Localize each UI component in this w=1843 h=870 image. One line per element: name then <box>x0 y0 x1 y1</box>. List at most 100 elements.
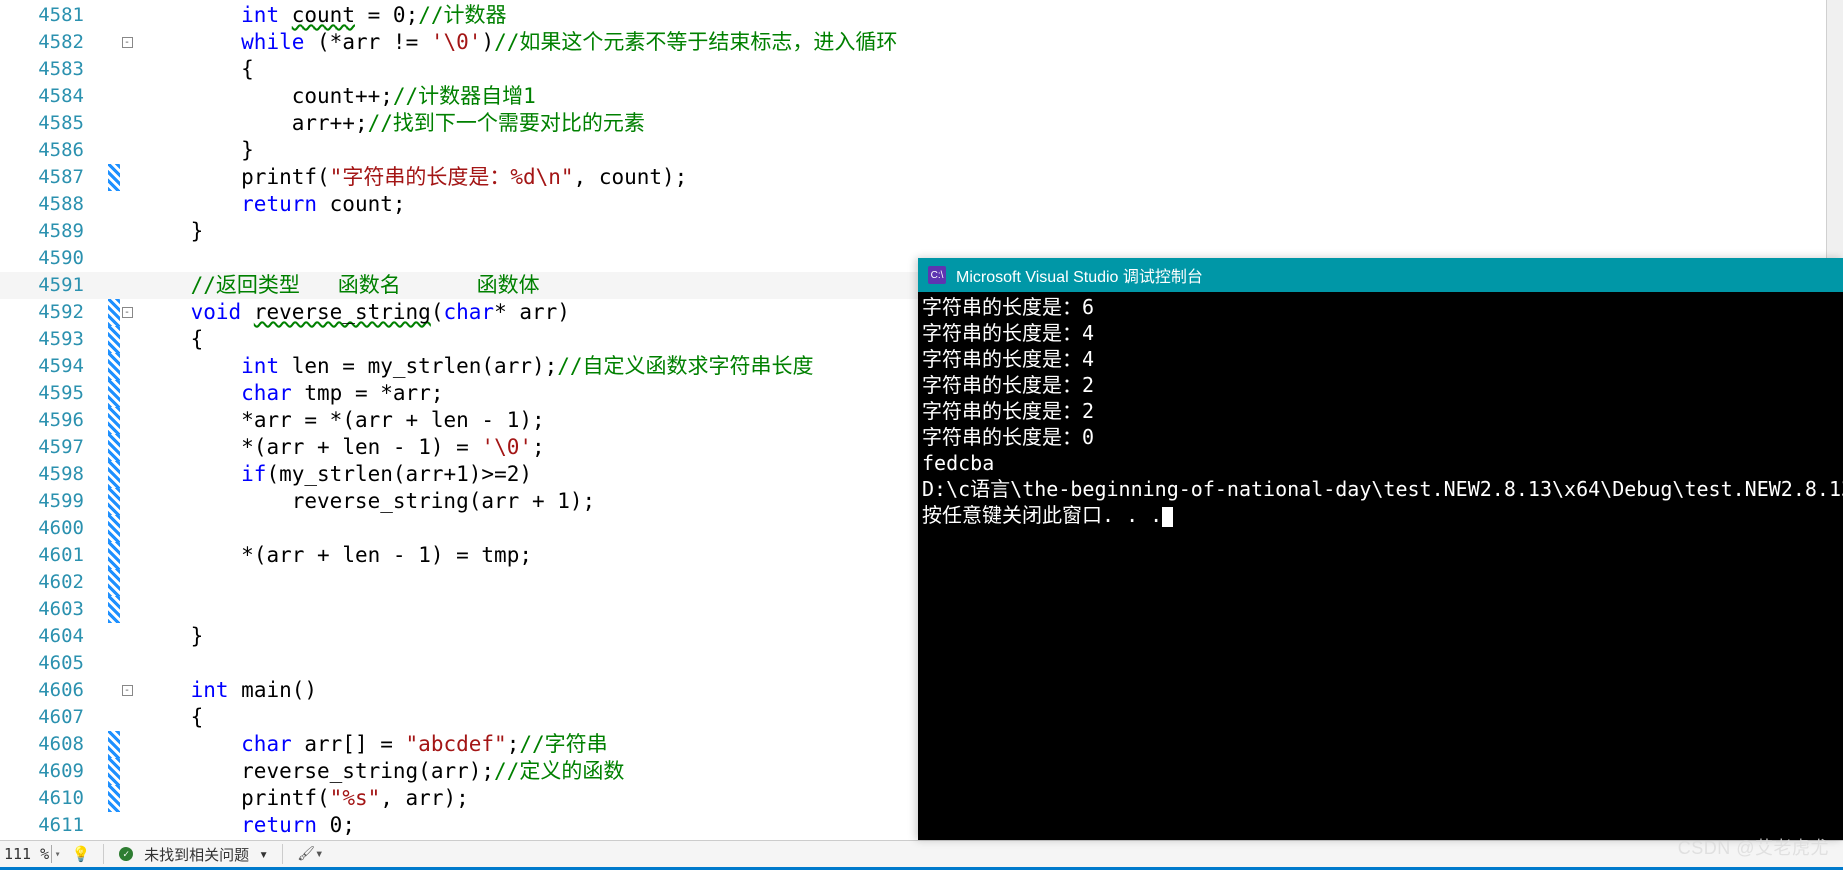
change-marker <box>108 731 120 758</box>
zoom-control[interactable]: 111 % ▾ <box>4 845 63 863</box>
fold-toggle[interactable]: - <box>120 299 134 326</box>
line-number: 4605 <box>0 650 108 677</box>
fold-toggle <box>120 650 134 677</box>
change-marker <box>108 110 120 137</box>
change-marker <box>108 137 120 164</box>
line-number: 4607 <box>0 704 108 731</box>
change-marker <box>108 218 120 245</box>
lightbulb-icon[interactable]: 💡 <box>73 846 89 862</box>
debug-console-window[interactable]: C:\ Microsoft Visual Studio 调试控制台 字符串的长度… <box>918 258 1843 840</box>
console-line: 字符串的长度是：4 <box>922 346 1839 372</box>
console-line: 字符串的长度是：4 <box>922 320 1839 346</box>
line-number: 4611 <box>0 812 108 839</box>
fold-toggle <box>120 623 134 650</box>
line-number: 4609 <box>0 758 108 785</box>
line-number: 4610 <box>0 785 108 812</box>
line-number: 4581 <box>0 2 108 29</box>
code-text[interactable]: arr++;//找到下一个需要对比的元素 <box>140 110 645 137</box>
line-number: 4603 <box>0 596 108 623</box>
change-marker <box>108 353 120 380</box>
code-text[interactable]: void reverse_string(char* arr) <box>140 299 570 326</box>
code-text[interactable]: char tmp = *arr; <box>140 380 443 407</box>
console-output[interactable]: 字符串的长度是：6字符串的长度是：4字符串的长度是：4字符串的长度是：2字符串的… <box>918 292 1843 840</box>
fold-toggle <box>120 434 134 461</box>
code-text[interactable]: while (*arr != '\0')//如果这个元素不等于结束标志，进入循环 <box>140 29 897 56</box>
line-number: 4583 <box>0 56 108 83</box>
fold-toggle[interactable]: - <box>120 29 134 56</box>
fold-toggle <box>120 218 134 245</box>
change-marker <box>108 326 120 353</box>
code-line[interactable]: 4581 int count = 0;//计数器 <box>0 2 1843 29</box>
code-text[interactable]: if(my_strlen(arr+1)>=2) <box>140 461 532 488</box>
code-text[interactable]: printf("%s", arr); <box>140 785 469 812</box>
fold-toggle <box>120 164 134 191</box>
change-marker <box>108 29 120 56</box>
fold-toggle[interactable]: - <box>120 677 134 704</box>
code-line[interactable]: 4586 } <box>0 137 1843 164</box>
code-line[interactable]: 4588 return count; <box>0 191 1843 218</box>
code-text[interactable]: } <box>140 623 203 650</box>
code-text[interactable]: } <box>140 137 254 164</box>
code-text[interactable]: //返回类型 函数名 函数体 <box>140 272 540 299</box>
change-marker <box>108 272 120 299</box>
console-line: fedcba <box>922 450 1839 476</box>
code-text[interactable]: int count = 0;//计数器 <box>140 2 507 29</box>
code-text[interactable]: return count; <box>140 191 406 218</box>
code-text[interactable]: count++;//计数器自增1 <box>140 83 536 110</box>
chevron-down-icon[interactable]: ▾ <box>51 845 63 863</box>
change-marker <box>108 623 120 650</box>
code-text[interactable]: return 0; <box>140 812 355 839</box>
fold-toggle <box>120 380 134 407</box>
change-marker <box>108 488 120 515</box>
fold-toggle <box>120 488 134 515</box>
line-number: 4598 <box>0 461 108 488</box>
code-text[interactable]: } <box>140 218 203 245</box>
code-text[interactable]: int main() <box>140 677 317 704</box>
change-marker <box>108 83 120 110</box>
code-text[interactable]: { <box>140 326 203 353</box>
line-number: 4590 <box>0 245 108 272</box>
code-line[interactable]: 4585 arr++;//找到下一个需要对比的元素 <box>0 110 1843 137</box>
code-text[interactable]: reverse_string(arr);//定义的函数 <box>140 758 624 785</box>
code-line[interactable]: 4584 count++;//计数器自增1 <box>0 83 1843 110</box>
change-marker <box>108 758 120 785</box>
wand-icon[interactable]: 🖌▾ <box>297 846 323 862</box>
line-number: 4596 <box>0 407 108 434</box>
fold-toggle <box>120 110 134 137</box>
change-marker <box>108 515 120 542</box>
code-text[interactable]: char arr[] = "abcdef";//字符串 <box>140 731 608 758</box>
code-line[interactable]: 4589 } <box>0 218 1843 245</box>
chevron-down-icon[interactable]: ▾ <box>259 845 268 863</box>
code-text[interactable]: printf("字符串的长度是：%d\n", count); <box>140 164 687 191</box>
console-line: 按任意键关闭此窗口. . . <box>922 502 1839 528</box>
line-number: 4601 <box>0 542 108 569</box>
code-line[interactable]: 4587 printf("字符串的长度是：%d\n", count); <box>0 164 1843 191</box>
console-line: 字符串的长度是：6 <box>922 294 1839 320</box>
code-text[interactable]: *arr = *(arr + len - 1); <box>140 407 545 434</box>
fold-toggle <box>120 407 134 434</box>
line-number: 4594 <box>0 353 108 380</box>
fold-toggle <box>120 83 134 110</box>
fold-toggle <box>120 326 134 353</box>
line-number: 4592 <box>0 299 108 326</box>
code-text[interactable]: reverse_string(arr + 1); <box>140 488 595 515</box>
code-line[interactable]: 4582- while (*arr != '\0')//如果这个元素不等于结束标… <box>0 29 1843 56</box>
change-marker <box>108 434 120 461</box>
watermark: CSDN @艾老虎尤 <box>1678 834 1829 860</box>
line-number: 4600 <box>0 515 108 542</box>
fold-toggle <box>120 191 134 218</box>
code-text[interactable]: *(arr + len - 1) = tmp; <box>140 542 532 569</box>
fold-toggle <box>120 731 134 758</box>
code-text[interactable]: int len = my_strlen(arr);//自定义函数求字符串长度 <box>140 353 814 380</box>
fold-toggle <box>120 461 134 488</box>
change-marker <box>108 650 120 677</box>
code-line[interactable]: 4583 { <box>0 56 1843 83</box>
fold-toggle <box>120 542 134 569</box>
code-text[interactable]: { <box>140 56 254 83</box>
code-text[interactable]: { <box>140 704 203 731</box>
line-number: 4602 <box>0 569 108 596</box>
code-text[interactable]: *(arr + len - 1) = '\0'; <box>140 434 545 461</box>
console-titlebar[interactable]: C:\ Microsoft Visual Studio 调试控制台 <box>918 258 1843 292</box>
fold-toggle <box>120 596 134 623</box>
line-number: 4593 <box>0 326 108 353</box>
